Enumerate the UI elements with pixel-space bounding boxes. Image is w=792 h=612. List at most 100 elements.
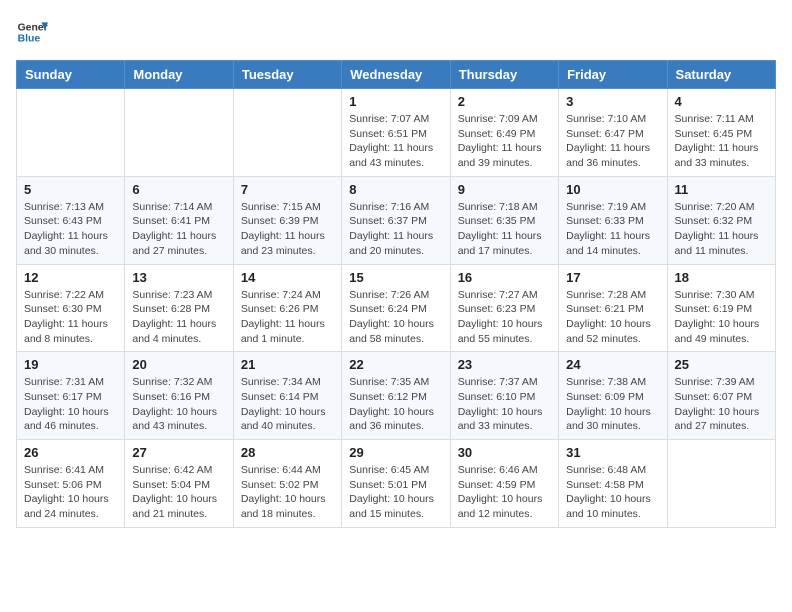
day-number: 27: [132, 445, 225, 460]
day-info: Sunrise: 7:23 AM Sunset: 6:28 PM Dayligh…: [132, 288, 225, 347]
day-info: Sunrise: 7:18 AM Sunset: 6:35 PM Dayligh…: [458, 200, 551, 259]
day-info: Sunrise: 7:32 AM Sunset: 6:16 PM Dayligh…: [132, 375, 225, 434]
calendar-header-sunday: Sunday: [17, 61, 125, 89]
day-number: 17: [566, 270, 659, 285]
logo: General Blue: [16, 16, 52, 48]
day-number: 23: [458, 357, 551, 372]
calendar-cell: 4 Sunrise: 7:11 AM Sunset: 6:45 PM Daylig…: [667, 89, 775, 177]
day-number: 5: [24, 182, 117, 197]
calendar-week-row: 1 Sunrise: 7:07 AM Sunset: 6:51 PM Daylig…: [17, 89, 776, 177]
day-info: Sunrise: 7:37 AM Sunset: 6:10 PM Dayligh…: [458, 375, 551, 434]
calendar-week-row: 19 Sunrise: 7:31 AM Sunset: 6:17 PM Dayli…: [17, 352, 776, 440]
day-info: Sunrise: 6:41 AM Sunset: 5:06 PM Dayligh…: [24, 463, 117, 522]
calendar-cell: 24Sunrise: 7:38 AM Sunset: 6:09 PM Dayli…: [559, 352, 667, 440]
day-number: 14: [241, 270, 334, 285]
day-info: Sunrise: 7:11 AM Sunset: 6:45 PM Dayligh…: [675, 112, 768, 171]
day-number: 29: [349, 445, 442, 460]
calendar-cell: 3Sunrise: 7:10 AM Sunset: 6:47 PM Daylig…: [559, 89, 667, 177]
day-info: Sunrise: 7:34 AM Sunset: 6:14 PM Dayligh…: [241, 375, 334, 434]
day-info: Sunrise: 6:44 AM Sunset: 5:02 PM Dayligh…: [241, 463, 334, 522]
day-info: Sunrise: 7:31 AM Sunset: 6:17 PM Dayligh…: [24, 375, 117, 434]
calendar-cell: 8 Sunrise: 7:16 AM Sunset: 6:37 PM Daylig…: [342, 176, 450, 264]
calendar-cell: 7Sunrise: 7:15 AM Sunset: 6:39 PM Daylig…: [233, 176, 341, 264]
day-number: 21: [241, 357, 334, 372]
calendar-cell: 15 Sunrise: 7:26 AM Sunset: 6:24 PM Dayli…: [342, 264, 450, 352]
page-header: General Blue: [16, 16, 776, 48]
day-number: 11: [675, 182, 768, 197]
day-info: Sunrise: 6:48 AM Sunset: 4:58 PM Dayligh…: [566, 463, 659, 522]
calendar-cell: 23 Sunrise: 7:37 AM Sunset: 6:10 PM Dayli…: [450, 352, 558, 440]
day-info: Sunrise: 7:35 AM Sunset: 6:12 PM Dayligh…: [349, 375, 442, 434]
day-number: 15: [349, 270, 442, 285]
calendar-cell: [125, 89, 233, 177]
day-info: Sunrise: 6:42 AM Sunset: 5:04 PM Dayligh…: [132, 463, 225, 522]
calendar-cell: [667, 440, 775, 528]
day-number: 30: [458, 445, 551, 460]
day-info: Sunrise: 7:26 AM Sunset: 6:24 PM Dayligh…: [349, 288, 442, 347]
day-info: Sunrise: 7:10 AM Sunset: 6:47 PM Dayligh…: [566, 112, 659, 171]
day-number: 4: [675, 94, 768, 109]
calendar-cell: 22 Sunrise: 7:35 AM Sunset: 6:12 PM Dayli…: [342, 352, 450, 440]
calendar-cell: 9 Sunrise: 7:18 AM Sunset: 6:35 PM Daylig…: [450, 176, 558, 264]
day-info: Sunrise: 7:09 AM Sunset: 6:49 PM Dayligh…: [458, 112, 551, 171]
day-number: 26: [24, 445, 117, 460]
calendar-cell: 31 Sunrise: 6:48 AM Sunset: 4:58 PM Dayli…: [559, 440, 667, 528]
calendar-header-monday: Monday: [125, 61, 233, 89]
calendar-cell: 30 Sunrise: 6:46 AM Sunset: 4:59 PM Dayli…: [450, 440, 558, 528]
day-number: 1: [349, 94, 442, 109]
day-number: 28: [241, 445, 334, 460]
day-number: 18: [675, 270, 768, 285]
calendar-cell: 21 Sunrise: 7:34 AM Sunset: 6:14 PM Dayli…: [233, 352, 341, 440]
day-info: Sunrise: 7:19 AM Sunset: 6:33 PM Dayligh…: [566, 200, 659, 259]
logo-icon: General Blue: [16, 16, 48, 48]
day-number: 24: [566, 357, 659, 372]
calendar-cell: 16 Sunrise: 7:27 AM Sunset: 6:23 PM Dayli…: [450, 264, 558, 352]
calendar-header-thursday: Thursday: [450, 61, 558, 89]
day-info: Sunrise: 6:45 AM Sunset: 5:01 PM Dayligh…: [349, 463, 442, 522]
day-number: 7: [241, 182, 334, 197]
day-number: 19: [24, 357, 117, 372]
day-info: Sunrise: 7:27 AM Sunset: 6:23 PM Dayligh…: [458, 288, 551, 347]
day-info: Sunrise: 7:22 AM Sunset: 6:30 PM Dayligh…: [24, 288, 117, 347]
day-info: Sunrise: 6:46 AM Sunset: 4:59 PM Dayligh…: [458, 463, 551, 522]
calendar-cell: 17Sunrise: 7:28 AM Sunset: 6:21 PM Dayli…: [559, 264, 667, 352]
calendar-cell: 14Sunrise: 7:24 AM Sunset: 6:26 PM Dayli…: [233, 264, 341, 352]
day-number: 31: [566, 445, 659, 460]
calendar-cell: [233, 89, 341, 177]
day-number: 13: [132, 270, 225, 285]
calendar-cell: 5 Sunrise: 7:13 AM Sunset: 6:43 PM Daylig…: [17, 176, 125, 264]
day-info: Sunrise: 7:07 AM Sunset: 6:51 PM Dayligh…: [349, 112, 442, 171]
calendar-header-wednesday: Wednesday: [342, 61, 450, 89]
calendar-table: SundayMondayTuesdayWednesdayThursdayFrid…: [16, 60, 776, 528]
svg-text:Blue: Blue: [18, 34, 41, 45]
day-number: 9: [458, 182, 551, 197]
day-number: 20: [132, 357, 225, 372]
calendar-cell: 28 Sunrise: 6:44 AM Sunset: 5:02 PM Dayli…: [233, 440, 341, 528]
calendar-cell: 29 Sunrise: 6:45 AM Sunset: 5:01 PM Dayli…: [342, 440, 450, 528]
day-info: Sunrise: 7:20 AM Sunset: 6:32 PM Dayligh…: [675, 200, 768, 259]
calendar-week-row: 26 Sunrise: 6:41 AM Sunset: 5:06 PM Dayli…: [17, 440, 776, 528]
calendar-cell: [17, 89, 125, 177]
day-number: 25: [675, 357, 768, 372]
calendar-cell: 19 Sunrise: 7:31 AM Sunset: 6:17 PM Dayli…: [17, 352, 125, 440]
calendar-cell: 10 Sunrise: 7:19 AM Sunset: 6:33 PM Dayli…: [559, 176, 667, 264]
calendar-header-friday: Friday: [559, 61, 667, 89]
day-number: 8: [349, 182, 442, 197]
day-info: Sunrise: 7:30 AM Sunset: 6:19 PM Dayligh…: [675, 288, 768, 347]
calendar-cell: 6Sunrise: 7:14 AM Sunset: 6:41 PM Daylig…: [125, 176, 233, 264]
calendar-cell: 1 Sunrise: 7:07 AM Sunset: 6:51 PM Daylig…: [342, 89, 450, 177]
calendar-cell: 20 Sunrise: 7:32 AM Sunset: 6:16 PM Dayli…: [125, 352, 233, 440]
calendar-cell: 12Sunrise: 7:22 AM Sunset: 6:30 PM Dayli…: [17, 264, 125, 352]
calendar-cell: 11 Sunrise: 7:20 AM Sunset: 6:32 PM Dayli…: [667, 176, 775, 264]
day-number: 16: [458, 270, 551, 285]
day-number: 10: [566, 182, 659, 197]
calendar-week-row: 5 Sunrise: 7:13 AM Sunset: 6:43 PM Daylig…: [17, 176, 776, 264]
calendar-cell: 26 Sunrise: 6:41 AM Sunset: 5:06 PM Dayli…: [17, 440, 125, 528]
day-info: Sunrise: 7:13 AM Sunset: 6:43 PM Dayligh…: [24, 200, 117, 259]
calendar-cell: 18 Sunrise: 7:30 AM Sunset: 6:19 PM Dayli…: [667, 264, 775, 352]
calendar-cell: 27 Sunrise: 6:42 AM Sunset: 5:04 PM Dayli…: [125, 440, 233, 528]
calendar-cell: 2Sunrise: 7:09 AM Sunset: 6:49 PM Daylig…: [450, 89, 558, 177]
day-info: Sunrise: 7:16 AM Sunset: 6:37 PM Dayligh…: [349, 200, 442, 259]
day-number: 22: [349, 357, 442, 372]
day-info: Sunrise: 7:39 AM Sunset: 6:07 PM Dayligh…: [675, 375, 768, 434]
